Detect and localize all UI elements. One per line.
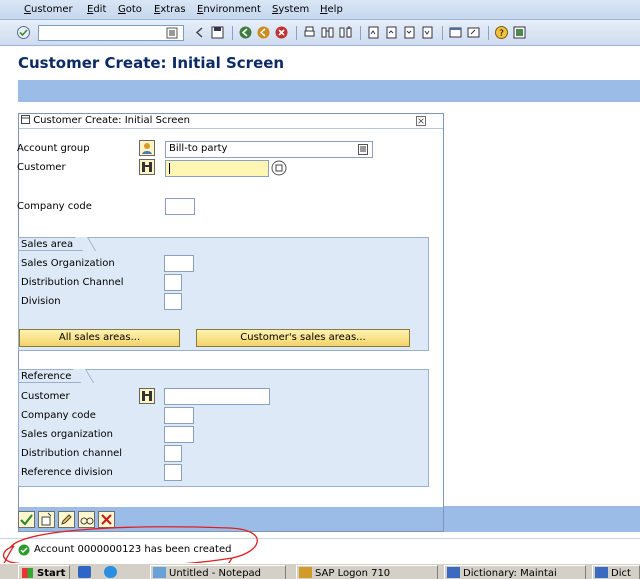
close-icon[interactable]: [416, 116, 426, 126]
command-field[interactable]: [38, 25, 184, 41]
reference-distribution-channel-input[interactable]: [164, 445, 182, 462]
windows-taskbar: Start Untitled - Notepad SAP Logon 710 D…: [0, 563, 640, 579]
back-icon[interactable]: [238, 25, 253, 40]
company-code-input[interactable]: [165, 198, 195, 215]
distribution-channel-input[interactable]: [164, 274, 182, 291]
last-page-icon[interactable]: [420, 25, 435, 40]
menu-system[interactable]: System: [272, 4, 309, 15]
svg-text:?: ?: [499, 29, 504, 39]
task-dictionary[interactable]: Dictionary: Maintai: [444, 565, 586, 579]
reference-customer-input[interactable]: [164, 388, 270, 405]
application-toolbar: [18, 80, 640, 102]
start-button[interactable]: Start: [18, 565, 71, 579]
previous-page-icon[interactable]: [384, 25, 399, 40]
menu-environment[interactable]: Environment: [197, 4, 261, 15]
standard-toolbar: ?: [0, 20, 640, 46]
menu-goto[interactable]: Goto: [118, 4, 142, 15]
quicklaunch-browser-icon[interactable]: [104, 566, 117, 578]
distribution-channel-label: Distribution Channel: [21, 277, 124, 288]
change-icon[interactable]: [58, 511, 75, 528]
print-icon[interactable]: [302, 25, 317, 40]
sales-organization-input[interactable]: [164, 255, 194, 272]
create-icon[interactable]: [38, 511, 55, 528]
back-arrow-icon[interactable]: [192, 25, 207, 40]
page-title: Customer Create: Initial Screen: [18, 54, 285, 72]
find-next-icon[interactable]: [338, 25, 353, 40]
cancel-icon[interactable]: [274, 25, 289, 40]
dialog-title: Customer Create: Initial Screen: [21, 115, 190, 126]
customer-search-icon[interactable]: [139, 159, 155, 175]
reference-company-code-input[interactable]: [164, 407, 194, 424]
title-area: Customer Create: Initial Screen: [0, 46, 640, 80]
sales-organization-label: Sales Organization: [21, 258, 115, 269]
reference-distribution-channel-label: Distribution channel: [21, 448, 123, 459]
status-message: Account 0000000123 has been created: [34, 544, 232, 555]
reference-customer-search-icon[interactable]: [139, 388, 155, 404]
first-page-icon[interactable]: [366, 25, 381, 40]
reference-title: Reference: [18, 369, 84, 383]
sales-area-title: Sales area: [18, 237, 86, 251]
menu-extras[interactable]: Extras: [154, 4, 186, 15]
customer-input[interactable]: [165, 160, 269, 177]
success-check-icon: [18, 544, 30, 556]
initial-screen-dialog: Customer Create: Initial Screen Account …: [17, 113, 444, 532]
company-code-label: Company code: [17, 201, 92, 212]
reference-company-code-label: Company code: [21, 410, 96, 421]
menu-customer[interactable]: Customer: [24, 4, 73, 15]
reference-sales-organization-label: Sales organization: [21, 429, 113, 440]
application-footer-strip: [444, 506, 640, 532]
division-input[interactable]: [164, 293, 182, 310]
menu-help[interactable]: Help: [320, 4, 343, 15]
dropdown-icon: [358, 144, 368, 158]
menu-edit[interactable]: Edit: [87, 4, 106, 15]
sales-area-group: Sales area Sales Organization Distributi…: [18, 237, 429, 351]
dialog-icon: [21, 115, 30, 124]
account-group-search-icon[interactable]: [139, 140, 155, 156]
account-group-label: Account group: [17, 143, 90, 154]
display-icon[interactable]: [78, 511, 95, 528]
continue-icon[interactable]: [18, 511, 35, 528]
reference-division-label: Reference division: [21, 467, 113, 478]
division-label: Division: [21, 296, 61, 307]
reference-sales-organization-input[interactable]: [164, 426, 194, 443]
task-dict[interactable]: Dict: [592, 565, 640, 579]
customers-sales-areas-button[interactable]: Customer's sales areas...: [196, 329, 410, 347]
customer-label: Customer: [17, 162, 66, 173]
windows-logo-icon: [22, 568, 33, 578]
quicklaunch-desktop-icon[interactable]: [78, 566, 91, 578]
value-help-icon[interactable]: [271, 160, 287, 176]
enter-icon[interactable]: [16, 25, 31, 40]
new-session-icon[interactable]: [448, 25, 463, 40]
save-icon[interactable]: [210, 25, 225, 40]
next-page-icon[interactable]: [402, 25, 417, 40]
exit-icon[interactable]: [256, 25, 271, 40]
help-icon[interactable]: ?: [494, 25, 509, 40]
shortcut-icon[interactable]: [466, 25, 481, 40]
reference-customer-label: Customer: [21, 391, 70, 402]
task-sap-logon[interactable]: SAP Logon 710: [296, 565, 438, 579]
find-icon[interactable]: [320, 25, 335, 40]
status-bar: Account 0000000123 has been created: [0, 538, 640, 561]
all-sales-areas-button[interactable]: All sales areas...: [19, 329, 180, 347]
layout-menu-icon[interactable]: [512, 25, 527, 40]
cancel-icon[interactable]: [98, 511, 115, 528]
task-notepad[interactable]: Untitled - Notepad: [150, 565, 286, 579]
command-dropdown-icon[interactable]: [166, 27, 178, 39]
menu-bar: Customer Edit Goto Extras Environment Sy…: [0, 0, 640, 20]
dialog-title-bar: Customer Create: Initial Screen: [19, 114, 443, 129]
account-group-select[interactable]: Bill-to party: [165, 141, 373, 158]
reference-group: Reference Customer Company code Sales or…: [18, 369, 429, 487]
reference-division-input[interactable]: [164, 464, 182, 481]
dialog-footer-toolbar: [18, 507, 443, 531]
